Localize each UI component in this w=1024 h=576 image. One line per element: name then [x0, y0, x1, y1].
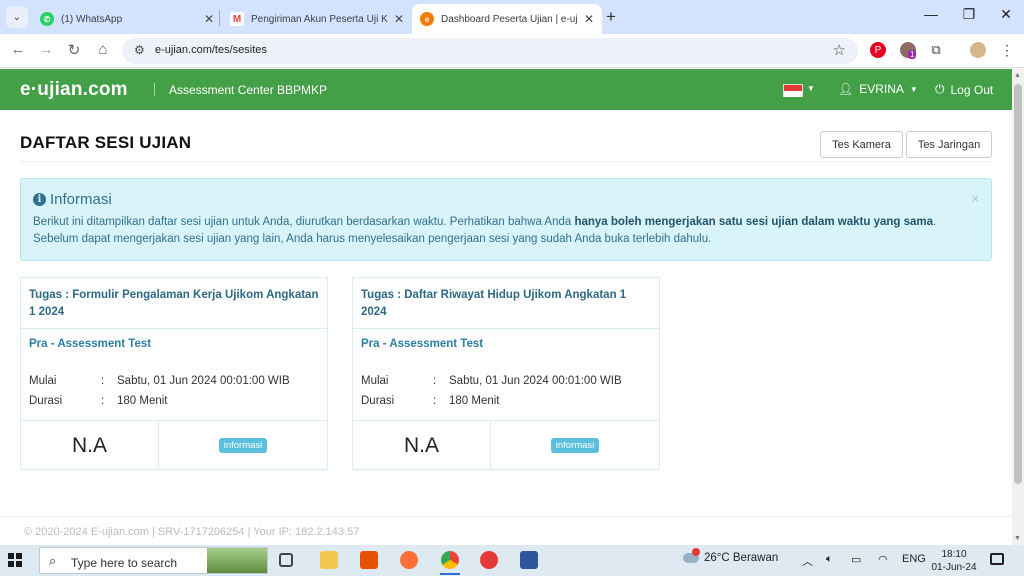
- session-card: Tugas : Daftar Riwayat Hidup Ujikom Angk…: [352, 277, 660, 470]
- info-badge-button[interactable]: informasi: [218, 438, 268, 453]
- tab-close-icon[interactable]: ✕: [584, 12, 594, 26]
- restore-icon[interactable]: ❐: [954, 6, 984, 23]
- caret-down-icon: ▼: [909, 84, 918, 94]
- logout-button[interactable]: ⏻ Log Out: [935, 82, 993, 97]
- page-title: DAFTAR SESI UJIAN: [20, 133, 192, 152]
- session-card: Tugas : Formulir Pengalaman Kerja Ujikom…: [20, 277, 328, 470]
- forward-icon[interactable]: →: [36, 41, 56, 58]
- language-indicator[interactable]: ENG: [902, 553, 926, 565]
- profile-avatar[interactable]: [970, 42, 986, 58]
- divider: [20, 161, 992, 162]
- minimize-icon[interactable]: —: [916, 6, 946, 22]
- alert-heading: i Informasi: [33, 191, 112, 208]
- whatsapp-icon: ✆: [40, 12, 54, 26]
- user-name: EVRINA: [859, 82, 904, 96]
- session-title: Tugas : Daftar Riwayat Hidup Ujikom Angk…: [353, 278, 659, 329]
- extension-icon[interactable]: 1: [900, 42, 917, 59]
- session-footer: N.A informasi: [21, 420, 327, 470]
- chevron-up-icon[interactable]: ︿: [802, 553, 813, 569]
- tab-close-icon[interactable]: ✕: [204, 12, 214, 26]
- session-footer: N.A informasi: [353, 420, 659, 470]
- search-icon: ⌕: [49, 553, 57, 568]
- footer-divider: [0, 516, 1012, 517]
- wps-office-icon[interactable]: [480, 551, 498, 569]
- test-camera-button[interactable]: Tes Kamera: [820, 131, 903, 158]
- word-icon[interactable]: [520, 551, 538, 569]
- close-window-icon[interactable]: ✕: [991, 6, 1021, 23]
- windows-start-icon[interactable]: [8, 553, 22, 567]
- taskbar-search-placeholder: Type here to search: [71, 556, 178, 570]
- site-logo[interactable]: e·ujian.com: [20, 79, 128, 101]
- info-icon: i: [33, 193, 46, 206]
- taskbar-clock[interactable]: 18:10 01-Jun-24: [928, 548, 980, 574]
- assessment-center-name: Assessment Center BBPMKP: [169, 83, 328, 97]
- scroll-down-icon[interactable]: ▼: [1014, 535, 1021, 542]
- info-badge-button[interactable]: informasi: [550, 438, 600, 453]
- scroll-up-icon[interactable]: ▲: [1014, 72, 1021, 79]
- tab-e-ujian[interactable]: e Dashboard Peserta Ujian | e-uji ✕: [412, 4, 602, 34]
- tab-whatsapp[interactable]: ✆ (1) WhatsApp ✕: [32, 4, 222, 34]
- user-icon: 👤︎: [838, 82, 854, 96]
- browser-tab-strip: ⌄ ✆ (1) WhatsApp ✕ M Pengiriman Akun Pes…: [0, 0, 1024, 34]
- info-alert: i Informasi × Berikut ini ditampilkan da…: [20, 178, 992, 261]
- app-icon[interactable]: [360, 551, 378, 569]
- session-score: N.A: [21, 421, 159, 470]
- taskbar-search-box[interactable]: ⌕ Type here to search: [39, 547, 268, 574]
- header-divider: [154, 83, 155, 96]
- puzzle-icon[interactable]: ⧉: [928, 42, 944, 58]
- logout-label: Log Out: [950, 82, 994, 97]
- browser-toolbar: ← → ↻ ⌂ ⚙ e-ujian.com/tes/sesites ☆ P 1 …: [0, 34, 1024, 68]
- power-icon: ⏻: [935, 82, 945, 96]
- address-bar[interactable]: ⚙ e-ujian.com/tes/sesites ☆: [122, 38, 858, 64]
- active-app-indicator: [440, 573, 460, 575]
- file-explorer-icon[interactable]: [320, 551, 338, 569]
- site-settings-icon[interactable]: ⚙: [134, 43, 145, 57]
- gmail-icon: M: [230, 12, 244, 26]
- session-score: N.A: [353, 421, 491, 470]
- tab-search-icon[interactable]: ⌄: [6, 6, 28, 28]
- home-icon[interactable]: ⌂: [93, 41, 113, 58]
- bookmark-star-icon[interactable]: ☆: [833, 41, 846, 59]
- taskbar: ⌕ Type here to search 26°C Berawan ︿ 🔈︎ …: [0, 545, 1024, 576]
- firefox-icon[interactable]: [400, 551, 418, 569]
- session-subtitle: Pra - Assessment Test: [29, 338, 152, 350]
- menu-dots-icon[interactable]: ⋮: [999, 42, 1015, 58]
- session-subtitle: Pra - Assessment Test: [361, 338, 484, 350]
- notification-icon[interactable]: [990, 553, 1004, 565]
- extension-badge: 1: [908, 50, 917, 59]
- indonesia-flag-icon[interactable]: [783, 84, 803, 97]
- test-network-button[interactable]: Tes Jaringan: [906, 131, 992, 158]
- site-header: e·ujian.com Assessment Center BBPMKP ▼ 👤…: [0, 69, 1012, 110]
- cloud-icon: [683, 548, 700, 563]
- caret-down-icon[interactable]: ▼: [807, 84, 815, 93]
- back-icon[interactable]: ←: [8, 41, 28, 58]
- alert-close-icon[interactable]: ×: [971, 191, 979, 206]
- pinterest-icon[interactable]: P: [870, 42, 886, 58]
- tab-divider: [219, 10, 220, 26]
- wifi-icon[interactable]: ◠: [878, 553, 888, 566]
- tab-close-icon[interactable]: ✕: [394, 12, 404, 26]
- reload-icon[interactable]: ↻: [64, 41, 84, 59]
- battery-icon[interactable]: ▭: [851, 553, 861, 566]
- task-view-icon[interactable]: [279, 553, 293, 567]
- scrollbar-thumb[interactable]: [1014, 84, 1022, 484]
- alert-message: Berikut ini ditampilkan daftar sesi ujia…: [33, 216, 937, 245]
- search-highlight-image: [207, 548, 267, 573]
- user-menu[interactable]: 👤︎ EVRINA ▼: [838, 82, 918, 96]
- new-tab-icon[interactable]: +: [606, 7, 616, 27]
- tab-gmail[interactable]: M Pengiriman Akun Peserta Uji Ko ✕: [222, 4, 412, 34]
- chrome-icon[interactable]: [441, 551, 459, 569]
- volume-icon[interactable]: 🔈︎: [826, 553, 833, 566]
- session-title: Tugas : Formulir Pengalaman Kerja Ujikom…: [21, 278, 327, 329]
- e-ujian-icon: e: [420, 12, 434, 26]
- page-footer: © 2020-2024 E-ujian.com | SRV-1717206254…: [24, 526, 360, 538]
- weather-widget[interactable]: 26°C Berawan: [683, 548, 778, 564]
- url-text[interactable]: e-ujian.com/tes/sesites: [155, 44, 267, 56]
